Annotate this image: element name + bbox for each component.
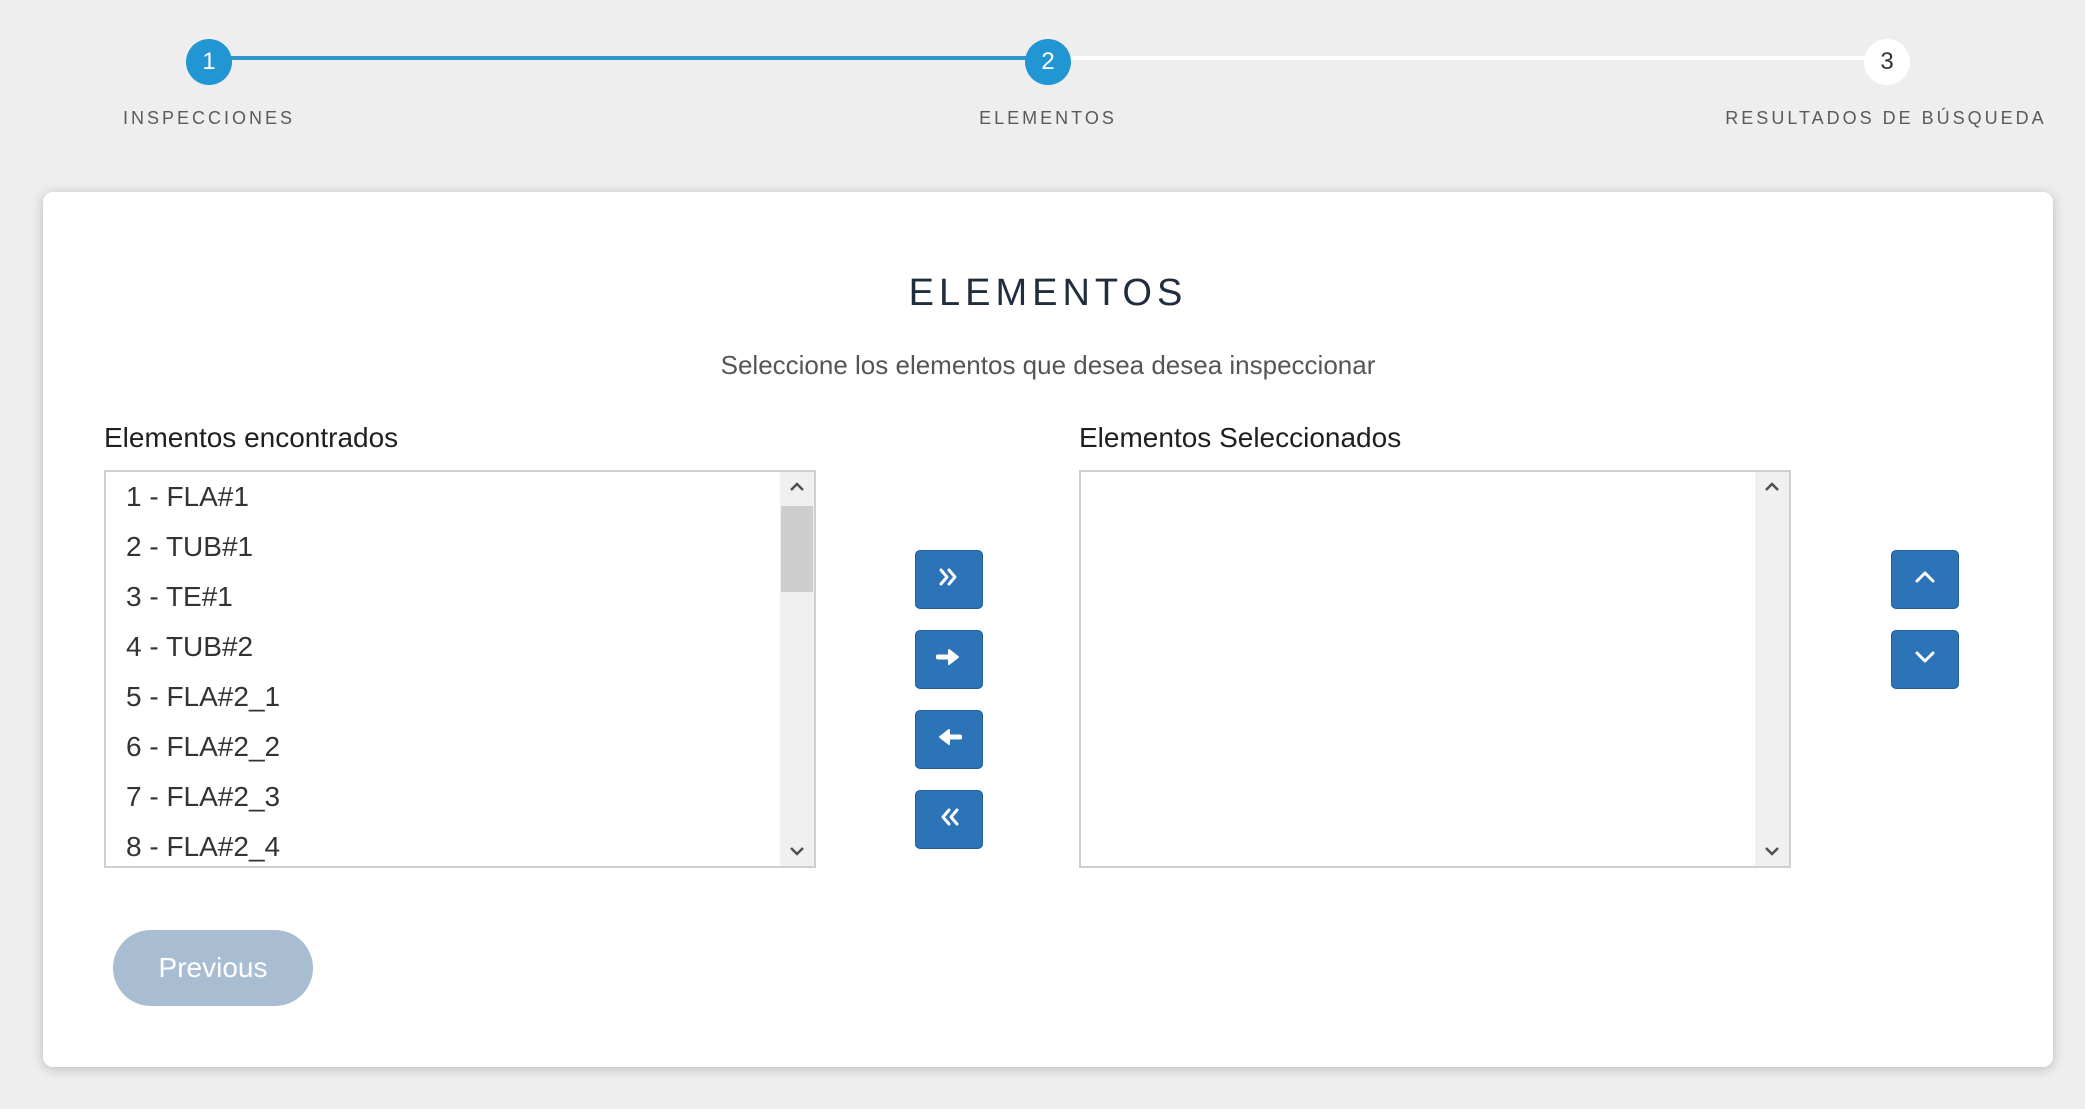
found-elements-listbox[interactable]: 1 - FLA#1 2 - TUB#1 3 - TE#1 4 - TUB#2 5… [104, 470, 816, 868]
list-item[interactable]: 7 - FLA#2_3 [106, 772, 778, 822]
found-list-scroll-thumb[interactable] [781, 506, 813, 592]
stepper-remaining-line [1048, 56, 1887, 60]
elements-card: ELEMENTOS Seleccione los elementos que d… [43, 192, 2053, 1067]
previous-button[interactable]: Previous [113, 930, 313, 1006]
selected-list-label: Elementos Seleccionados [1079, 422, 1402, 453]
selected-elements-listbox[interactable] [1079, 470, 1791, 868]
scroll-down-arrow-icon[interactable] [780, 836, 814, 866]
move-right-button[interactable] [915, 630, 983, 689]
arrow-right-icon [935, 647, 962, 672]
double-chevron-left-icon [937, 806, 961, 833]
found-list-scrollbar[interactable] [780, 472, 814, 866]
move-all-left-button[interactable] [915, 790, 983, 849]
stepper-progress-line [209, 56, 1048, 60]
chevron-down-icon [1913, 649, 1937, 670]
found-list-label: Elementos encontrados [104, 422, 399, 453]
page-title: ELEMENTOS [908, 272, 1188, 314]
list-item[interactable]: 1 - FLA#1 [106, 472, 778, 522]
list-item[interactable]: 6 - FLA#2_2 [106, 722, 778, 772]
list-item[interactable]: 2 - TUB#1 [106, 522, 778, 572]
scroll-up-arrow-icon[interactable] [1755, 472, 1789, 502]
arrow-left-icon [936, 727, 963, 752]
selected-list-scrollbar[interactable] [1755, 472, 1789, 866]
step-3-circle[interactable]: 3 [1864, 39, 1910, 85]
step-2-label: ELEMENTOS [979, 108, 1117, 128]
list-item[interactable]: 4 - TUB#2 [106, 622, 778, 672]
step-3-label: RESULTADOS DE BÚSQUEDA [1725, 108, 2047, 128]
scroll-up-arrow-icon[interactable] [780, 472, 814, 502]
list-item[interactable]: 5 - FLA#2_1 [106, 672, 778, 722]
step-1-circle[interactable]: 1 [186, 39, 232, 85]
step-2-circle[interactable]: 2 [1025, 39, 1071, 85]
chevron-up-icon [1913, 569, 1937, 590]
step-1-label: INSPECCIONES [122, 108, 296, 128]
double-chevron-right-icon [937, 566, 961, 593]
move-down-button[interactable] [1891, 630, 1959, 689]
move-up-button[interactable] [1891, 550, 1959, 609]
page-subtitle: Seleccione los elementos que desea desea… [720, 350, 1376, 380]
stepper: 1 INSPECCIONES 2 ELEMENTOS 3 RESULTADOS … [0, 0, 2085, 150]
list-item[interactable]: 3 - TE#1 [106, 572, 778, 622]
move-left-button[interactable] [915, 710, 983, 769]
move-all-right-button[interactable] [915, 550, 983, 609]
found-elements-items: 1 - FLA#1 2 - TUB#1 3 - TE#1 4 - TUB#2 5… [106, 472, 778, 866]
scroll-down-arrow-icon[interactable] [1755, 836, 1789, 866]
list-item[interactable]: 8 - FLA#2_4 [106, 822, 778, 866]
